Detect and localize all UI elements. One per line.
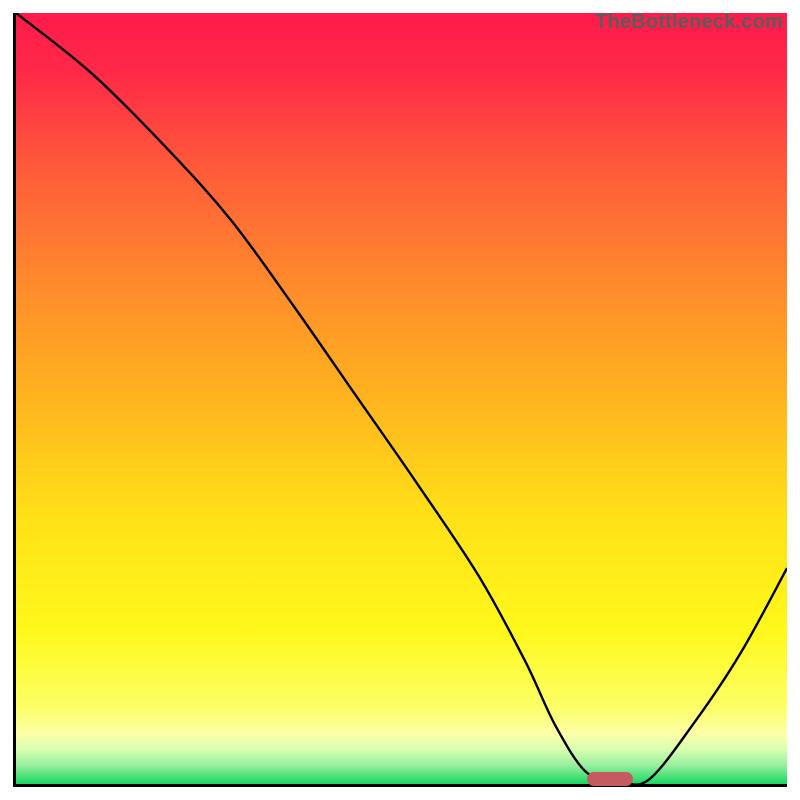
- curve-path: [16, 13, 787, 784]
- bottleneck-curve: [16, 13, 787, 784]
- plot-area: TheBottleneck.com: [13, 13, 787, 787]
- chart-stage: TheBottleneck.com: [0, 0, 800, 800]
- optimal-point-marker: [587, 772, 633, 786]
